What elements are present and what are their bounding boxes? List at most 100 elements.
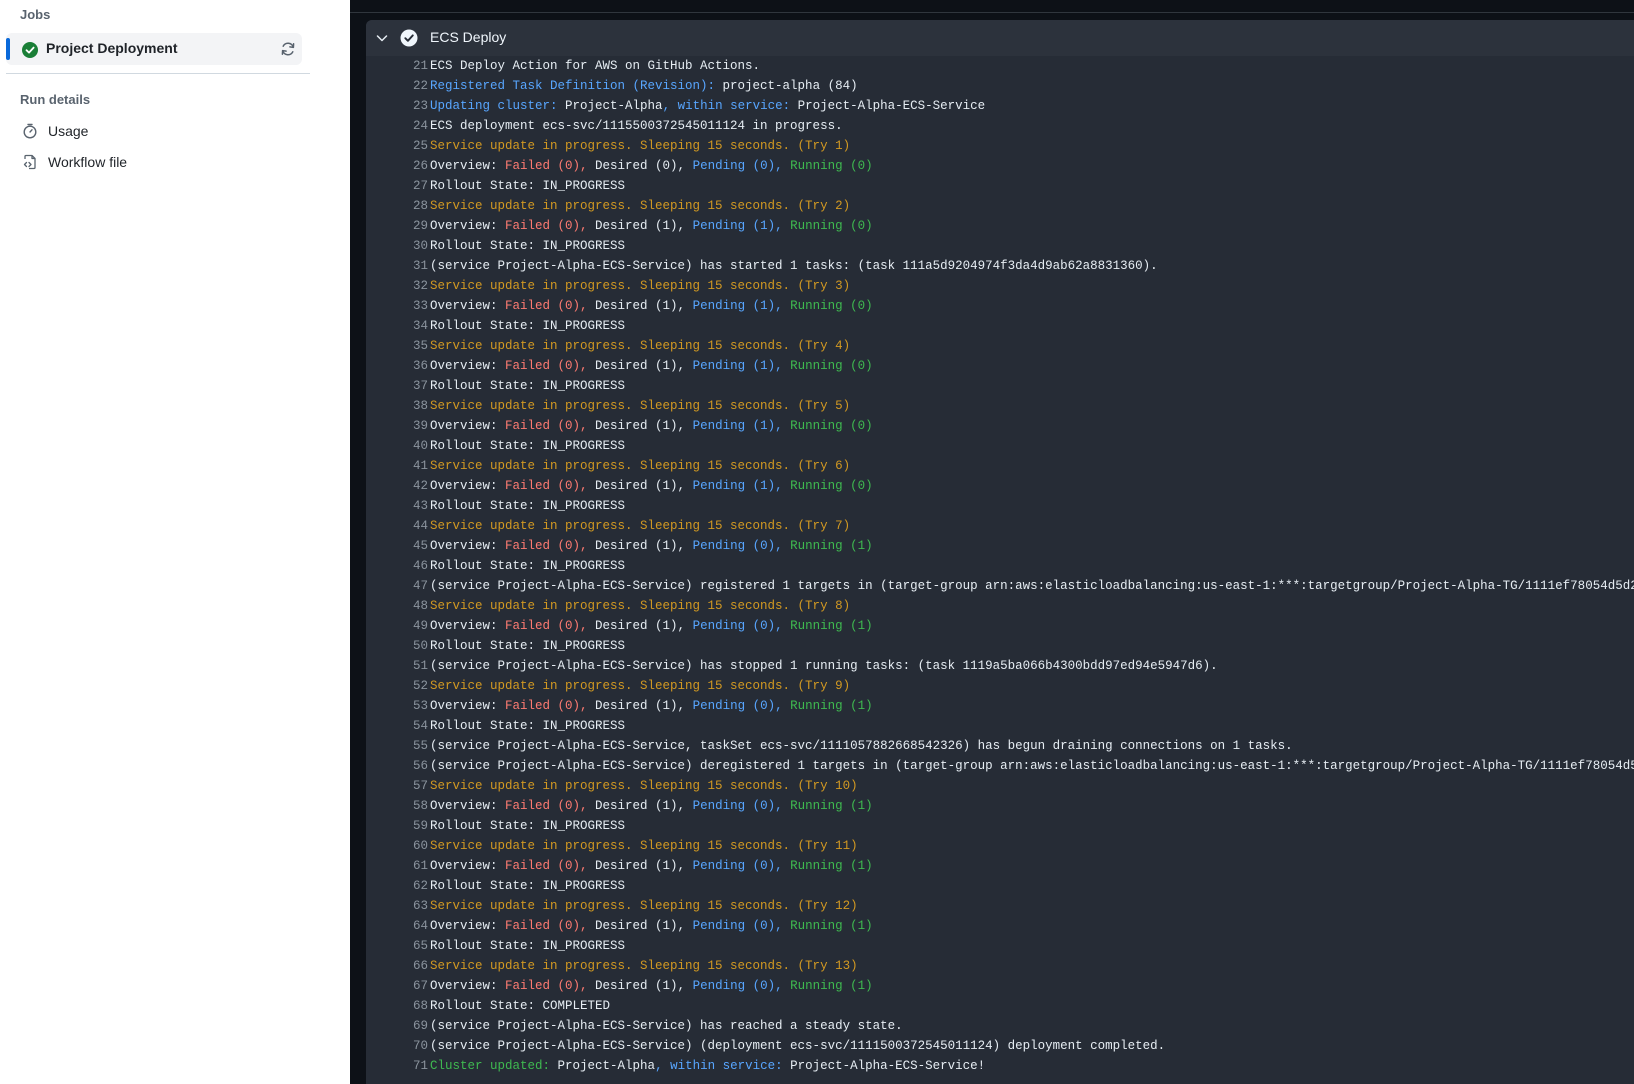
log-line[interactable]: 49 Overview: Failed (0), Desired (1), Pen… [366,616,1634,636]
log-line-number[interactable]: 24 [386,116,428,136]
log-line[interactable]: 48 Service update in progress. Sleeping 1… [366,596,1634,616]
log-line[interactable]: 60 Service update in progress. Sleeping 1… [366,836,1634,856]
log-line[interactable]: 21 ECS Deploy Action for AWS on GitHub Ac… [366,56,1634,76]
log-line-number[interactable]: 37 [386,376,428,396]
log-line-number[interactable]: 23 [386,96,428,116]
log-line-number[interactable]: 51 [386,656,428,676]
log-line[interactable]: 69 (service Project-Alpha-ECS-Service) ha… [366,1016,1634,1036]
log-line[interactable]: 26 Overview: Failed (0), Desired (0), Pen… [366,156,1634,176]
log-line-number[interactable]: 33 [386,296,428,316]
log-line[interactable]: 47 (service Project-Alpha-ECS-Service) re… [366,576,1634,596]
log-line[interactable]: 30 Rollout State: IN_PROGRESS [366,236,1634,256]
log-line[interactable]: 58 Overview: Failed (0), Desired (1), Pen… [366,796,1634,816]
log-line-number[interactable]: 55 [386,736,428,756]
log-line-number[interactable]: 46 [386,556,428,576]
log-line-number[interactable]: 58 [386,796,428,816]
log-line[interactable]: 36 Overview: Failed (0), Desired (1), Pen… [366,356,1634,376]
log-line-number[interactable]: 68 [386,996,428,1016]
log-line[interactable]: 70 (service Project-Alpha-ECS-Service) (d… [366,1036,1634,1056]
log-line-number[interactable]: 41 [386,456,428,476]
log-line-number[interactable]: 21 [386,56,428,76]
log-line[interactable]: 24 ECS deployment ecs-svc/111550037254501… [366,116,1634,136]
log-line[interactable]: 68 Rollout State: COMPLETED [366,996,1634,1016]
log-line[interactable]: 34 Rollout State: IN_PROGRESS [366,316,1634,336]
log-line-number[interactable]: 67 [386,976,428,996]
log-line[interactable]: 62 Rollout State: IN_PROGRESS [366,876,1634,896]
log-line-number[interactable]: 66 [386,956,428,976]
log-line-number[interactable]: 34 [386,316,428,336]
log-line[interactable]: 55 (service Project-Alpha-ECS-Service, ta… [366,736,1634,756]
log-line[interactable]: 27 Rollout State: IN_PROGRESS [366,176,1634,196]
log-line[interactable]: 57 Service update in progress. Sleeping 1… [366,776,1634,796]
log-line-number[interactable]: 36 [386,356,428,376]
log-line[interactable]: 41 Service update in progress. Sleeping 1… [366,456,1634,476]
log-line[interactable]: 42 Overview: Failed (0), Desired (1), Pen… [366,476,1634,496]
log-line[interactable]: 50 Rollout State: IN_PROGRESS [366,636,1634,656]
log-line-number[interactable]: 48 [386,596,428,616]
log-line-number[interactable]: 56 [386,756,428,776]
log-line-number[interactable]: 60 [386,836,428,856]
log-line-number[interactable]: 69 [386,1016,428,1036]
log-line[interactable]: 45 Overview: Failed (0), Desired (1), Pen… [366,536,1634,556]
log-line[interactable]: 65 Rollout State: IN_PROGRESS [366,936,1634,956]
log-line-number[interactable]: 61 [386,856,428,876]
log-line-number[interactable]: 31 [386,256,428,276]
log-line[interactable]: 22 Registered Task Definition (Revision):… [366,76,1634,96]
log-line[interactable]: 39 Overview: Failed (0), Desired (1), Pen… [366,416,1634,436]
log-line-number[interactable]: 32 [386,276,428,296]
log-line-number[interactable]: 53 [386,696,428,716]
log-line-number[interactable]: 35 [386,336,428,356]
log-line-number[interactable]: 30 [386,236,428,256]
sidebar-item-workflow-file[interactable]: Workflow file [20,151,300,173]
log-line[interactable]: 25 Service update in progress. Sleeping 1… [366,136,1634,156]
log-line-number[interactable]: 59 [386,816,428,836]
log-line-number[interactable]: 54 [386,716,428,736]
log-line[interactable]: 64 Overview: Failed (0), Desired (1), Pen… [366,916,1634,936]
log-line[interactable]: 51 (service Project-Alpha-ECS-Service) ha… [366,656,1634,676]
log-line[interactable]: 67 Overview: Failed (0), Desired (1), Pen… [366,976,1634,996]
log-line[interactable]: 52 Service update in progress. Sleeping 1… [366,676,1634,696]
log-line[interactable]: 32 Service update in progress. Sleeping 1… [366,276,1634,296]
chevron-down-icon[interactable] [374,30,390,46]
log-line[interactable]: 63 Service update in progress. Sleeping 1… [366,896,1634,916]
log-line-number[interactable]: 71 [386,1056,428,1076]
log-line-number[interactable]: 50 [386,636,428,656]
log-line-number[interactable]: 38 [386,396,428,416]
log-line[interactable]: 54 Rollout State: IN_PROGRESS [366,716,1634,736]
log-line-number[interactable]: 57 [386,776,428,796]
log-line-number[interactable]: 42 [386,476,428,496]
log-line[interactable]: 37 Rollout State: IN_PROGRESS [366,376,1634,396]
log-line-number[interactable]: 45 [386,536,428,556]
log-line[interactable]: 44 Service update in progress. Sleeping 1… [366,516,1634,536]
log-line[interactable]: 31 (service Project-Alpha-ECS-Service) ha… [366,256,1634,276]
log-line[interactable]: 40 Rollout State: IN_PROGRESS [366,436,1634,456]
log-line-number[interactable]: 26 [386,156,428,176]
log-line-number[interactable]: 49 [386,616,428,636]
log-line-number[interactable]: 43 [386,496,428,516]
log-line-number[interactable]: 63 [386,896,428,916]
log-line-number[interactable]: 44 [386,516,428,536]
job-item-project-deployment[interactable]: Project Deployment [6,33,302,65]
sidebar-item-usage[interactable]: Usage [20,120,300,142]
log-line[interactable]: 43 Rollout State: IN_PROGRESS [366,496,1634,516]
log-line-number[interactable]: 65 [386,936,428,956]
log-line[interactable]: 33 Overview: Failed (0), Desired (1), Pen… [366,296,1634,316]
log-line-number[interactable]: 40 [386,436,428,456]
log-line[interactable]: 28 Service update in progress. Sleeping 1… [366,196,1634,216]
log-line[interactable]: 71 Cluster updated: Project-Alpha, within… [366,1056,1634,1076]
step-header[interactable]: ECS Deploy [366,20,1634,56]
log-line-number[interactable]: 62 [386,876,428,896]
log-line[interactable]: 35 Service update in progress. Sleeping 1… [366,336,1634,356]
log-line[interactable]: 29 Overview: Failed (0), Desired (1), Pen… [366,216,1634,236]
log-line[interactable]: 23 Updating cluster: Project-Alpha, withi… [366,96,1634,116]
log-line-number[interactable]: 39 [386,416,428,436]
log-line-number[interactable]: 28 [386,196,428,216]
log-line-number[interactable]: 64 [386,916,428,936]
log-line-number[interactable]: 29 [386,216,428,236]
log-line-number[interactable]: 27 [386,176,428,196]
log-line[interactable]: 38 Service update in progress. Sleeping 1… [366,396,1634,416]
log-line-number[interactable]: 52 [386,676,428,696]
log-line[interactable]: 59 Rollout State: IN_PROGRESS [366,816,1634,836]
log-line[interactable]: 46 Rollout State: IN_PROGRESS [366,556,1634,576]
log-line[interactable]: 66 Service update in progress. Sleeping 1… [366,956,1634,976]
